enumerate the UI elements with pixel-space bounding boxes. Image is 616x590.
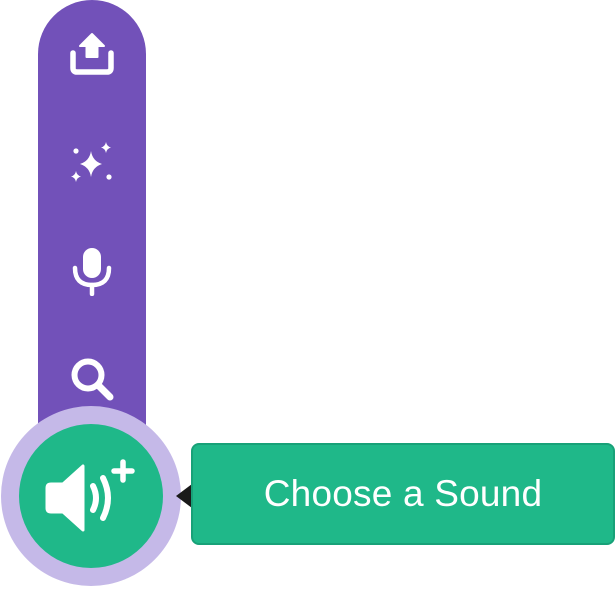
upload-sound-button[interactable] bbox=[38, 8, 146, 98]
sparkles-icon bbox=[71, 142, 112, 182]
search-icon bbox=[71, 358, 114, 401]
sound-menu: Choose a Sound bbox=[0, 0, 616, 590]
surprise-button[interactable] bbox=[38, 118, 146, 208]
choose-sound-button[interactable] bbox=[19, 424, 163, 568]
microphone-icon bbox=[72, 248, 112, 296]
sound-add-icon bbox=[45, 459, 135, 532]
record-button[interactable] bbox=[38, 226, 146, 316]
tooltip-label: Choose a Sound bbox=[263, 473, 543, 514]
tooltip-arrow bbox=[176, 484, 192, 508]
upload-icon bbox=[70, 33, 114, 75]
choose-sound-tooltip: Choose a Sound bbox=[191, 443, 615, 545]
